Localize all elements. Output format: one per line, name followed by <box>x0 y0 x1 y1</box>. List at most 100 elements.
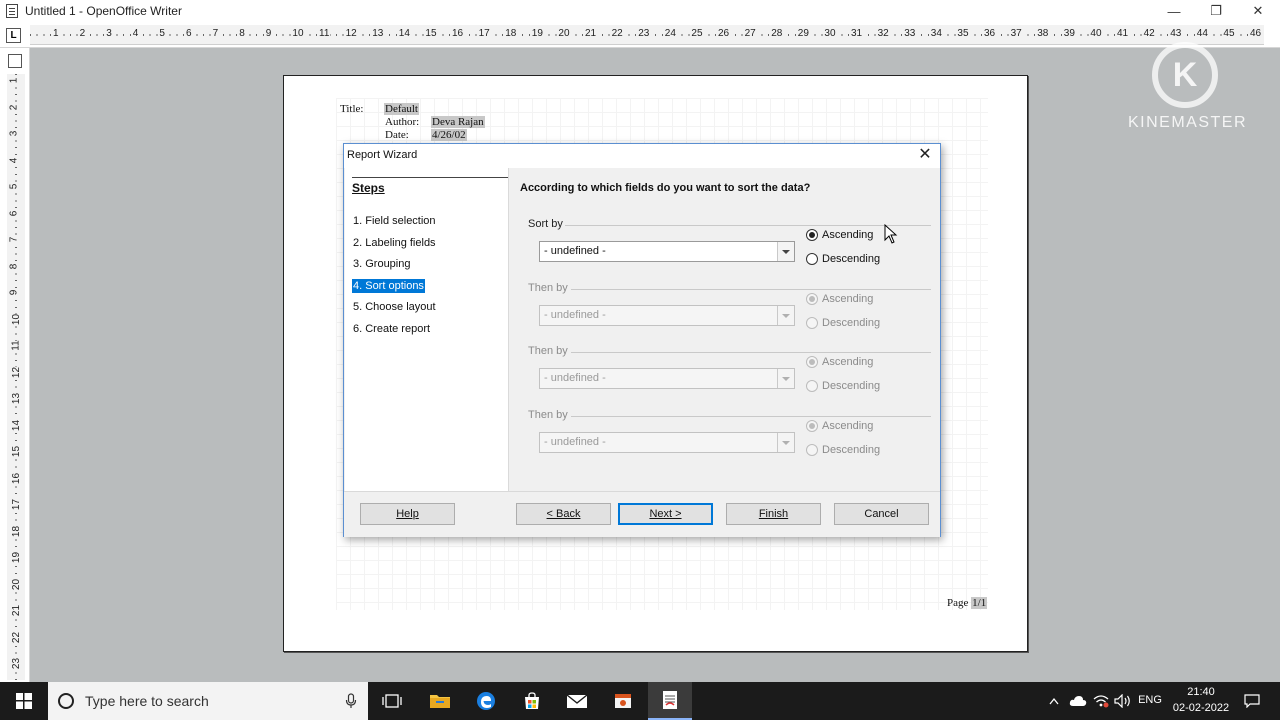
ruler-number: 20 <box>557 28 571 39</box>
vertical-ruler-number: 8 <box>8 263 20 269</box>
office-app-button[interactable] <box>603 682 643 720</box>
ruler-number: 4 <box>131 28 140 39</box>
ascending-radio[interactable]: Ascending <box>806 293 873 305</box>
dialog-close-icon[interactable]: ✕ <box>916 146 934 164</box>
minimize-button[interactable]: — <box>1154 0 1194 22</box>
sort-field-value: - undefined - <box>544 245 606 257</box>
ruler-number: 36 <box>983 28 997 39</box>
chevron-down-icon[interactable] <box>777 369 794 388</box>
taskbar-search-box[interactable]: Type here to search <box>48 682 368 720</box>
start-button[interactable] <box>0 682 48 720</box>
step-item[interactable]: 3. Grouping <box>352 257 411 271</box>
ruler-number: 24 <box>663 28 677 39</box>
help-button[interactable]: Help <box>360 503 455 525</box>
page-number-field[interactable]: 1/1 <box>971 597 988 609</box>
edge-icon <box>477 692 495 710</box>
author-field[interactable]: Deva Rajan <box>431 116 485 128</box>
chevron-down-icon[interactable] <box>777 242 794 261</box>
task-view-button[interactable] <box>372 682 412 720</box>
ruler-number: 6 <box>185 28 193 39</box>
ascending-radio[interactable]: Ascending <box>806 356 873 368</box>
mail-button[interactable] <box>557 682 597 720</box>
descending-label: Descending <box>822 380 881 392</box>
finish-button[interactable]: Finish <box>726 503 821 525</box>
window-title: Untitled 1 - OpenOffice Writer <box>25 4 182 18</box>
vertical-ruler-number: 22 <box>11 631 23 643</box>
radio-indicator <box>806 253 818 265</box>
sort-field-dropdown[interactable]: - undefined - <box>539 368 795 389</box>
radio-indicator <box>806 293 818 305</box>
dialog-title: Report Wizard <box>347 149 418 161</box>
descending-radio[interactable]: Descending <box>806 380 880 392</box>
action-center-button[interactable] <box>1240 682 1264 720</box>
radio-indicator <box>806 317 818 329</box>
steps-divider <box>352 177 509 178</box>
sort-field-dropdown[interactable]: - undefined - <box>539 305 795 326</box>
descending-radio[interactable]: Descending <box>806 444 880 456</box>
next-button[interactable]: Next > <box>618 503 713 525</box>
step-item[interactable]: 5. Choose layout <box>352 300 437 314</box>
wifi-icon <box>1093 695 1109 708</box>
tab-stop-selector[interactable]: L <box>6 28 21 43</box>
openoffice-icon <box>663 691 677 709</box>
ruler-number: 43 <box>1169 28 1183 39</box>
network-icon[interactable] <box>1091 682 1111 720</box>
vertical-ruler[interactable]: 1 2 3 4 5 6 7 8 9 10 11 12 13 14 15 16 17 18 19 20 21 22 23 <box>0 48 30 682</box>
step-item[interactable]: 2. Labeling fields <box>352 236 437 250</box>
restore-button[interactable]: ❐ <box>1196 0 1236 22</box>
ascending-radio[interactable]: Ascending <box>806 420 873 432</box>
cancel-button[interactable]: Cancel <box>834 503 929 525</box>
chevron-down-icon[interactable] <box>777 433 794 452</box>
ruler-number: 33 <box>903 28 917 39</box>
ascending-label: Ascending <box>822 420 874 432</box>
show-hidden-icons-button[interactable] <box>1044 682 1064 720</box>
notification-icon <box>1244 694 1260 708</box>
step-item[interactable]: 1. Field selection <box>352 214 437 228</box>
close-window-button[interactable]: ✕ <box>1238 0 1278 22</box>
sort-group-label: Then by <box>528 345 568 357</box>
openoffice-writer-taskbar-button[interactable] <box>648 682 692 720</box>
ruler-number: 34 <box>929 28 943 39</box>
radio-indicator <box>806 420 818 432</box>
vertical-ruler-number: 3 <box>8 130 20 137</box>
folder-icon <box>430 695 450 708</box>
ascending-radio[interactable]: Ascending <box>806 229 873 241</box>
chevron-down-icon[interactable] <box>777 306 794 325</box>
group-separator <box>571 352 931 353</box>
descending-radio[interactable]: Descending <box>806 317 880 329</box>
volume-button[interactable] <box>1113 682 1133 720</box>
file-explorer-button[interactable] <box>420 682 460 720</box>
ruler-number: 16 <box>451 28 465 39</box>
back-button[interactable]: < Back <box>516 503 611 525</box>
windows-taskbar: Type here to search ENG 21:40 02-02-2022 <box>0 682 1280 720</box>
dialog-button-bar: Help < Back Next > Finish Cancel <box>344 491 940 537</box>
report-wizard-dialog: Report Wizard ✕ Steps 1. Field selection… <box>343 143 941 537</box>
author-label: Author: <box>385 116 420 128</box>
store-button[interactable] <box>512 682 552 720</box>
microphone-icon[interactable] <box>345 693 357 709</box>
step-item[interactable]: 4. Sort options <box>352 279 425 293</box>
descending-radio[interactable]: Descending <box>806 253 880 265</box>
input-language[interactable]: ENG <box>1136 694 1164 706</box>
title-field[interactable]: Default <box>384 103 419 115</box>
title-label: Title: <box>340 103 364 115</box>
ruler-number: 26 <box>717 28 731 39</box>
window-titlebar: Untitled 1 - OpenOffice Writer — ❐ ✕ <box>0 0 1280 22</box>
dialog-titlebar[interactable]: Report Wizard ✕ <box>344 144 940 168</box>
cloud-sync-icon[interactable] <box>1068 682 1088 720</box>
chevron-up-icon <box>1049 697 1059 705</box>
horizontal-ruler[interactable]: L 1 2 3 4 5 6 7 8 9 10 11 12 13 14 15 16 17 18 19 20 21 22 23 2… <box>0 22 1280 48</box>
ruler-number: 42 <box>1142 28 1156 39</box>
step-item[interactable]: 6. Create report <box>352 322 431 336</box>
taskbar-clock[interactable]: 21:40 02-02-2022 <box>1168 682 1234 720</box>
ruler-number: 38 <box>1036 28 1050 39</box>
ruler-number: 1 <box>52 28 60 39</box>
sort-field-value: - undefined - <box>544 436 606 448</box>
sort-field-dropdown[interactable]: - undefined - <box>539 241 795 262</box>
edge-browser-button[interactable] <box>466 682 506 720</box>
date-field[interactable]: 4/26/02 <box>431 129 467 141</box>
vertical-ruler-number: 7 <box>8 236 20 243</box>
sort-field-dropdown[interactable]: - undefined - <box>539 432 795 453</box>
ruler-number: 31 <box>850 28 864 39</box>
ruler-number: 40 <box>1089 28 1103 39</box>
